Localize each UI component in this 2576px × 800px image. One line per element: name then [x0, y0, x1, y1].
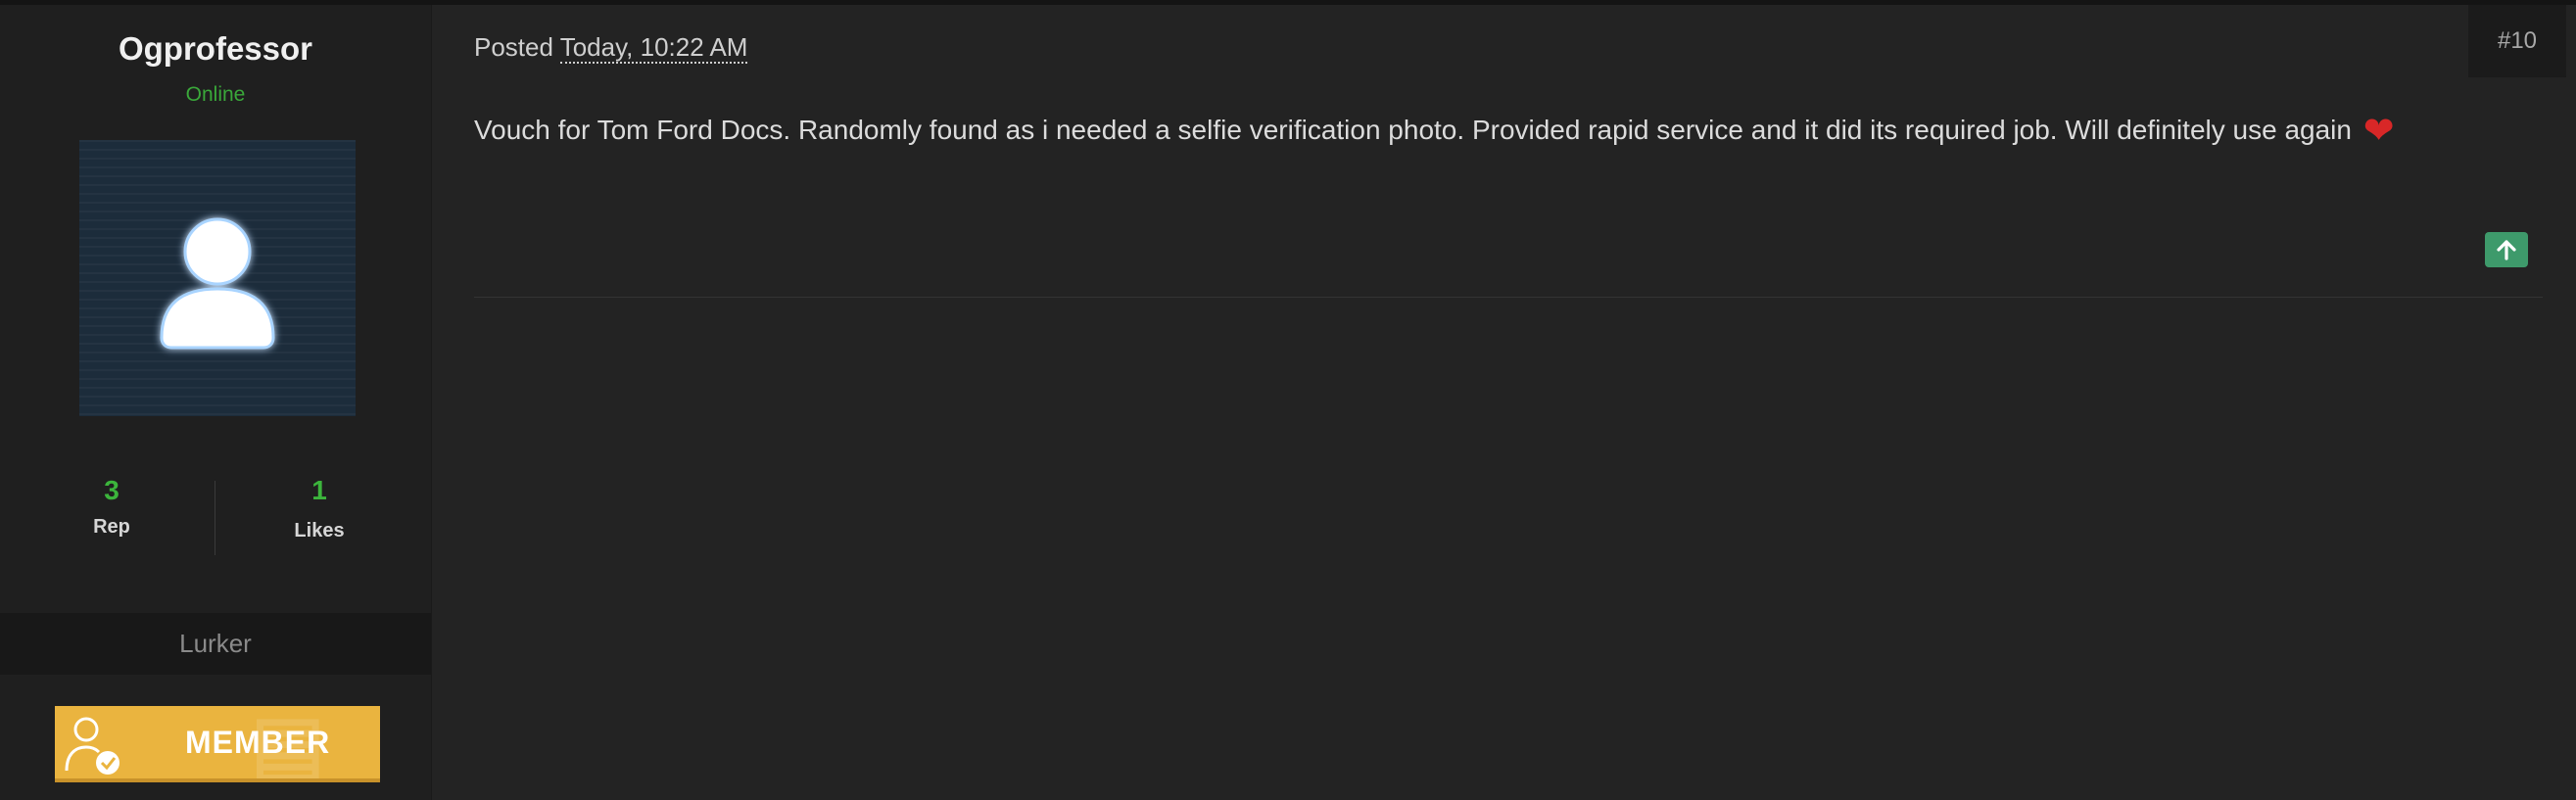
post-meta: Posted Today, 10:22 AM — [474, 32, 748, 64]
posted-prefix: Posted — [474, 32, 553, 62]
author-panel: Ogprofessor Online 3 Rep 1 Likes Lurker … — [0, 5, 432, 800]
member-check-icon — [65, 717, 119, 775]
rep-label: Rep — [93, 516, 130, 538]
likes-count: 1 — [311, 475, 327, 505]
arrow-up-icon — [2497, 240, 2516, 260]
upvote-button[interactable] — [2485, 232, 2528, 267]
badge-label: MEMBER — [185, 725, 331, 760]
forum-post: Ogprofessor Online 3 Rep 1 Likes Lurker … — [0, 0, 2576, 800]
likes-label: Likes — [294, 520, 345, 541]
heart-emoji: ❤ — [2362, 111, 2395, 152]
rep-count: 3 — [104, 475, 119, 505]
stat-likes[interactable]: 1 Likes — [212, 475, 427, 542]
author-stats: 3 Rep 1 Likes — [0, 475, 431, 573]
post-separator — [474, 297, 2543, 298]
online-status: Online — [185, 83, 246, 106]
author-username[interactable]: Ogprofessor — [0, 30, 431, 68]
user-silhouette-icon — [160, 217, 275, 350]
post-content: Vouch for Tom Ford Docs. Randomly found … — [474, 109, 2395, 153]
stat-rep[interactable]: 3 Rep — [4, 475, 219, 539]
post-number-link[interactable]: #10 — [2468, 5, 2566, 77]
member-rank: Lurker — [0, 613, 431, 675]
post-text: Vouch for Tom Ford Docs. Randomly found … — [474, 115, 2352, 145]
member-badge: ▤ MEMBER — [55, 706, 380, 782]
posted-date-link[interactable]: Today, 10:22 AM — [559, 32, 748, 64]
avatar[interactable] — [79, 140, 356, 416]
